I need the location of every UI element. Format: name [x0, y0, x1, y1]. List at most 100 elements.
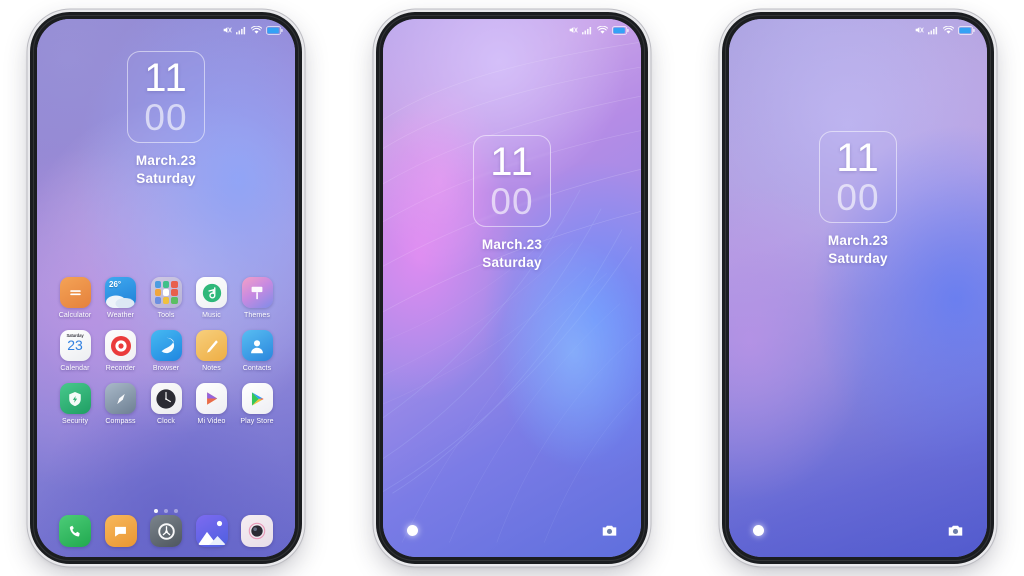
app-grid: Calculator 26° Weather Tools Music Theme…: [45, 277, 287, 425]
phone-lock-feather: 11 00 March.23 Saturday: [376, 12, 648, 564]
app-row: Security Compass Clock Mi Video Play Sto…: [45, 383, 287, 425]
mute-icon: [223, 27, 232, 33]
camera-icon[interactable]: [948, 524, 963, 537]
wifi-icon: [251, 25, 262, 34]
clock-hours: 11: [490, 139, 534, 184]
app-label: Music: [202, 312, 221, 319]
date-block: March.23 Saturday: [482, 236, 542, 272]
app-recorder[interactable]: Recorder: [99, 330, 143, 372]
contacts-icon: [241, 330, 273, 361]
page-dot[interactable]: [164, 509, 168, 513]
clock-icon: [150, 383, 182, 414]
dock-app-settings[interactable]: Settings: [144, 515, 188, 547]
lock-shortcuts: [383, 524, 641, 537]
dock-app-messages[interactable]: Messages: [99, 515, 143, 547]
page-dot-active[interactable]: [154, 509, 158, 513]
clock-widget[interactable]: 11 00 March.23 Saturday: [729, 131, 987, 268]
battery-icon: [958, 25, 975, 35]
gallery-icon: [195, 515, 228, 547]
app-calendar[interactable]: Saturday 23 Calendar: [53, 330, 97, 372]
battery-icon: [266, 25, 283, 35]
app-label: Security: [61, 418, 89, 425]
app-label: Tools: [157, 312, 175, 319]
app-label: Mi Video: [197, 418, 226, 425]
app-label: Themes: [244, 312, 270, 319]
weather-icon: 26°: [105, 277, 136, 308]
clock-minutes: 00: [144, 96, 188, 138]
weekday-text: Saturday: [482, 254, 542, 270]
app-weather[interactable]: 26° Weather: [99, 277, 143, 319]
recorder-icon: [105, 330, 136, 361]
wifi-icon: [943, 25, 954, 34]
app-label: Recorder: [105, 365, 136, 372]
app-row: Calculator 26° Weather Tools Music Theme…: [45, 277, 287, 319]
app-clock[interactable]: Clock: [144, 383, 188, 425]
app-contacts[interactable]: Contacts: [235, 330, 279, 372]
app-themes[interactable]: Themes: [235, 277, 279, 319]
play-store-icon: [241, 383, 273, 414]
clock-frame: 11 00: [473, 135, 551, 227]
app-mi-video[interactable]: Mi Video: [190, 383, 234, 425]
settings-gear-icon: [150, 515, 182, 547]
clock-widget[interactable]: 11 00 March.23 Saturday: [37, 51, 295, 188]
notes-icon: [196, 330, 227, 361]
app-label: Weather: [106, 312, 135, 319]
security-shield-icon: [59, 383, 91, 414]
status-bar: [37, 19, 295, 41]
app-label: Play Store: [240, 418, 274, 425]
phone-showcase-scene: 11 00 March.23 Saturday Calculator 26° W…: [0, 0, 1024, 576]
battery-icon: [612, 25, 629, 35]
app-play-store[interactable]: Play Store: [235, 383, 279, 425]
phone-lock-gradient-screen[interactable]: 11 00 March.23 Saturday: [729, 19, 987, 557]
camera-icon[interactable]: [602, 524, 617, 537]
dock-app-phone[interactable]: Phone: [53, 515, 97, 547]
phone-icon: [59, 515, 91, 547]
weekday-text: Saturday: [828, 250, 888, 266]
app-compass[interactable]: Compass: [99, 383, 143, 425]
status-bar: [729, 19, 987, 41]
app-notes[interactable]: Notes: [190, 330, 234, 372]
phone-home: 11 00 March.23 Saturday Calculator 26° W…: [30, 12, 302, 564]
page-indicator[interactable]: [37, 509, 295, 513]
dock-app-gallery[interactable]: Gallery: [190, 515, 234, 547]
clock-hours: 11: [836, 135, 880, 180]
mute-icon: [569, 27, 578, 33]
phone-home-screen[interactable]: 11 00 March.23 Saturday Calculator 26° W…: [37, 19, 295, 557]
signal-icon: [236, 26, 246, 34]
compass-icon: [105, 383, 136, 414]
calendar-icon: Saturday 23: [59, 330, 91, 361]
app-security[interactable]: Security: [53, 383, 97, 425]
phone-lock-feather-screen[interactable]: 11 00 March.23 Saturday: [383, 19, 641, 557]
flashlight-icon[interactable]: [753, 525, 764, 536]
app-browser[interactable]: Browser: [144, 330, 188, 372]
app-label: Contacts: [242, 365, 272, 372]
browser-icon: [150, 330, 182, 361]
date-text: March.23: [827, 233, 889, 248]
dock: Phone Messages: [45, 515, 287, 547]
clock-frame: 11 00: [127, 51, 205, 143]
status-bar: [383, 19, 641, 41]
clock-hours: 11: [144, 55, 188, 100]
app-label: Calculator: [58, 312, 92, 319]
app-label: Notes: [202, 365, 221, 372]
app-label: Clock: [156, 418, 175, 425]
app-calculator[interactable]: Calculator: [53, 277, 97, 319]
app-tools[interactable]: Tools: [144, 277, 188, 319]
feather-glow: [383, 19, 641, 557]
mi-video-icon: [196, 383, 227, 414]
mute-icon: [915, 27, 924, 33]
themes-icon: [241, 277, 273, 308]
clock-widget[interactable]: 11 00 March.23 Saturday: [383, 135, 641, 272]
lock-shortcuts: [729, 524, 987, 537]
clock-minutes: 00: [836, 176, 880, 218]
wifi-icon: [597, 25, 608, 34]
flashlight-icon[interactable]: [407, 525, 418, 536]
date-text: March.23: [135, 153, 197, 168]
music-icon: [196, 277, 227, 308]
clock-frame: 11 00: [819, 131, 897, 223]
app-music[interactable]: Music: [190, 277, 234, 319]
dock-app-camera[interactable]: Camera: [235, 515, 279, 547]
page-dot[interactable]: [174, 509, 178, 513]
app-label: Calendar: [60, 365, 90, 372]
wallpaper-violet-gradient: [729, 19, 987, 557]
